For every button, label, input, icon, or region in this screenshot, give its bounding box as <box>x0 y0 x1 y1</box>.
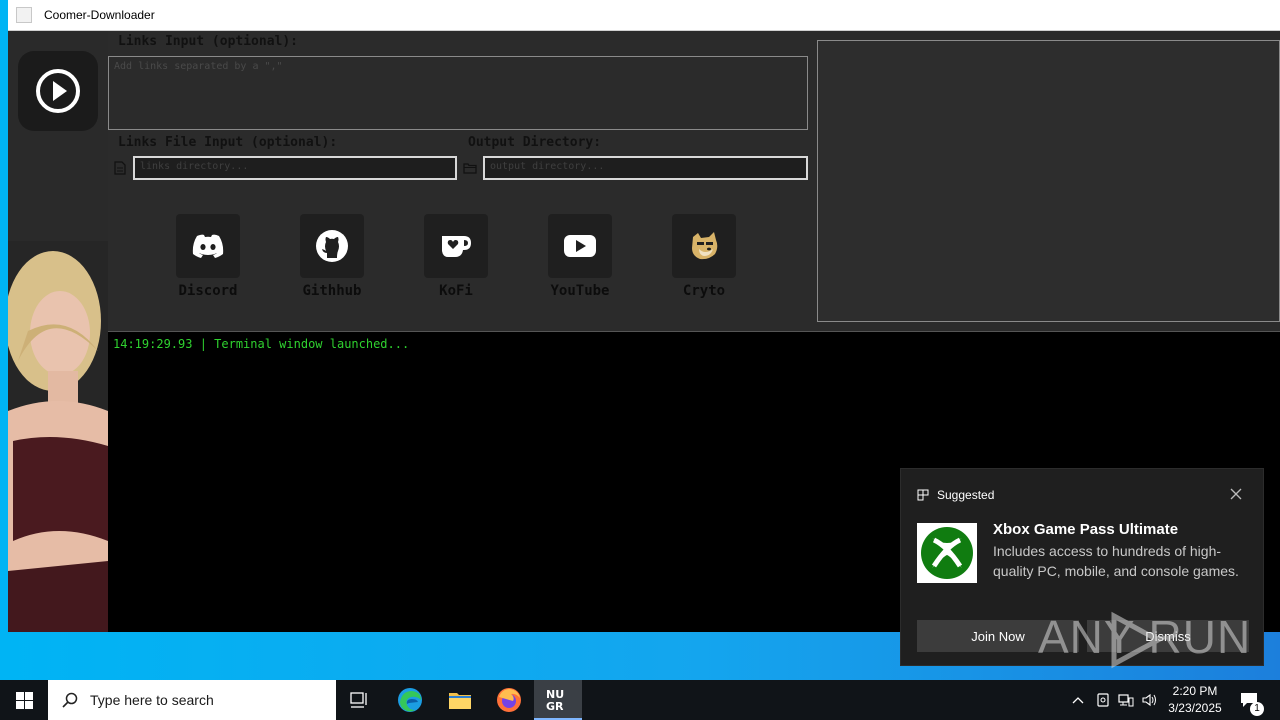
network-icon <box>1118 694 1134 707</box>
suggested-icon <box>917 489 929 501</box>
clock-date: 3/23/2025 <box>1168 701 1222 715</box>
discord-button[interactable]: Discord <box>168 214 248 299</box>
discord-label: Discord <box>178 283 238 299</box>
start-download-button[interactable] <box>18 51 98 131</box>
discord-icon <box>192 234 224 258</box>
github-label: Githhub <box>302 283 362 299</box>
search-icon <box>62 692 78 708</box>
portrait-image <box>8 241 108 632</box>
youtube-button[interactable]: YouTube <box>540 214 620 299</box>
notification-title: Xbox Game Pass Ultimate <box>993 521 1179 538</box>
kofi-button[interactable]: KoFi <box>416 214 496 299</box>
kofi-label: KoFi <box>439 283 473 299</box>
taskbar: Type here to search NU GR 2:20 PM 3/23/2… <box>0 680 1280 720</box>
notification-header: Suggested <box>917 488 994 502</box>
title-bar[interactable]: Coomer-Downloader <box>8 0 1280 31</box>
volume-icon <box>1142 693 1156 707</box>
xbox-logo <box>917 523 977 583</box>
play-logo-icon <box>1111 611 1164 669</box>
xbox-icon <box>921 527 973 579</box>
output-directory-input[interactable]: output directory... <box>483 156 808 180</box>
firefox-taskbar-button[interactable] <box>485 680 533 720</box>
task-view-icon <box>350 692 367 708</box>
folder-icon <box>463 163 477 174</box>
windows-icon <box>15 691 33 709</box>
crypto-label: Cryto <box>682 283 726 299</box>
window-title: Coomer-Downloader <box>44 8 155 22</box>
play-icon <box>36 69 80 113</box>
links-file-input[interactable]: links directory... <box>133 156 457 180</box>
output-directory-placeholder: output directory... <box>490 161 605 172</box>
notification-body: Includes access to hundreds of high-qual… <box>993 543 1239 579</box>
sidebar <box>8 31 108 632</box>
app-icon <box>16 7 32 23</box>
app-logo-icon: NU GR <box>546 688 564 712</box>
crypto-button[interactable]: Cryto <box>664 214 744 299</box>
start-button[interactable] <box>0 680 48 720</box>
coomer-taskbar-button[interactable]: NU GR <box>534 680 582 720</box>
document-icon <box>114 161 126 175</box>
notification-count-badge: 1 <box>1250 702 1264 716</box>
device-icon <box>1097 693 1109 707</box>
task-view-button[interactable] <box>336 680 384 720</box>
close-icon[interactable] <box>1229 487 1243 501</box>
taskbar-search[interactable]: Type here to search <box>48 680 336 720</box>
links-input-placeholder: Add links separated by a "," <box>114 61 283 72</box>
output-directory-label: Output Directory: <box>468 135 602 150</box>
edge-taskbar-button[interactable] <box>386 680 434 720</box>
github-icon <box>316 230 348 262</box>
youtube-label: YouTube <box>550 283 610 299</box>
links-input[interactable]: Add links separated by a "," <box>108 56 808 130</box>
folder-icon <box>449 693 471 709</box>
clock-time: 2:20 PM <box>1172 684 1218 698</box>
watermark: ANY RUN <box>1038 610 1251 669</box>
links-file-label: Links File Input (optional): <box>118 135 338 150</box>
youtube-icon <box>564 235 596 257</box>
tray-device-button[interactable] <box>1094 680 1112 720</box>
tray-volume-button[interactable] <box>1141 680 1159 720</box>
taskbar-clock[interactable]: 2:20 PM 3/23/2025 <box>1160 683 1230 717</box>
file-browse-button[interactable] <box>112 160 128 176</box>
preview-panel <box>817 40 1280 322</box>
kofi-icon <box>442 236 471 257</box>
edge-icon <box>398 688 422 712</box>
doge-icon <box>692 232 718 260</box>
github-button[interactable]: Githhub <box>292 214 372 299</box>
svg-text:GR: GR <box>546 700 564 712</box>
links-input-label: Links Input (optional): <box>118 34 299 49</box>
search-placeholder: Type here to search <box>90 692 214 708</box>
tray-network-button[interactable] <box>1117 680 1135 720</box>
chevron-up-icon <box>1072 697 1084 704</box>
links-file-placeholder: links directory... <box>140 161 249 172</box>
notification-header-text: Suggested <box>937 488 995 502</box>
terminal-line: 14:19:29.93 | Terminal window launched..… <box>113 337 410 351</box>
folder-browse-button[interactable] <box>462 160 478 176</box>
file-explorer-button[interactable] <box>436 680 484 720</box>
tray-overflow-button[interactable] <box>1068 680 1088 720</box>
firefox-icon <box>497 688 521 712</box>
